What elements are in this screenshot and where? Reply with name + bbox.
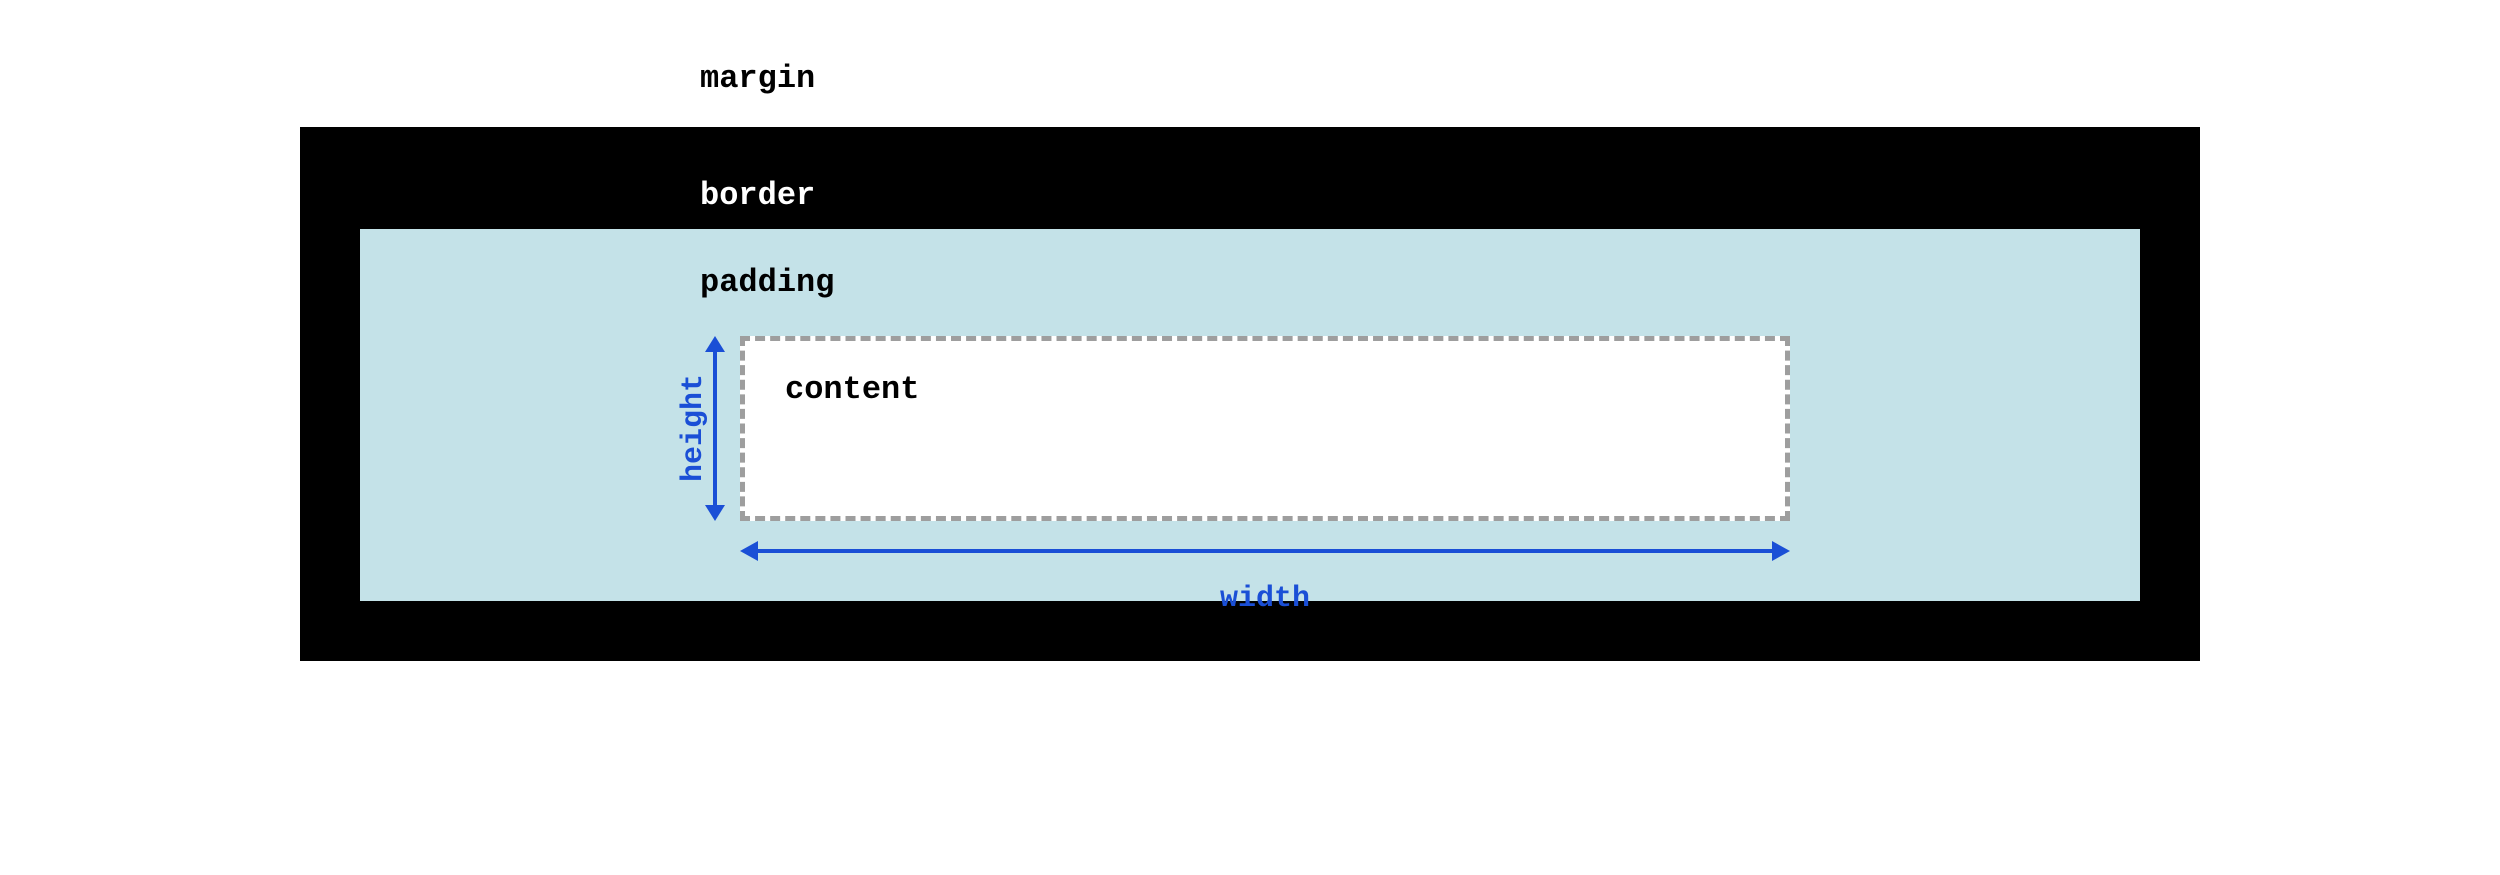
border-region: border padding height content (300, 127, 2200, 661)
margin-label: margin (700, 60, 2200, 97)
border-label: border (700, 177, 2140, 214)
box-model-diagram: margin border padding height content (300, 60, 2200, 661)
padding-label: padding (700, 264, 2080, 301)
content-label: content (785, 371, 1785, 408)
content-wrapper: height content (740, 336, 1790, 521)
width-arrow-icon (740, 531, 1790, 571)
height-arrow-icon (695, 336, 735, 521)
padding-region: padding height content (360, 229, 2140, 601)
width-label: width (740, 582, 1790, 616)
content-region: content (740, 336, 1790, 521)
